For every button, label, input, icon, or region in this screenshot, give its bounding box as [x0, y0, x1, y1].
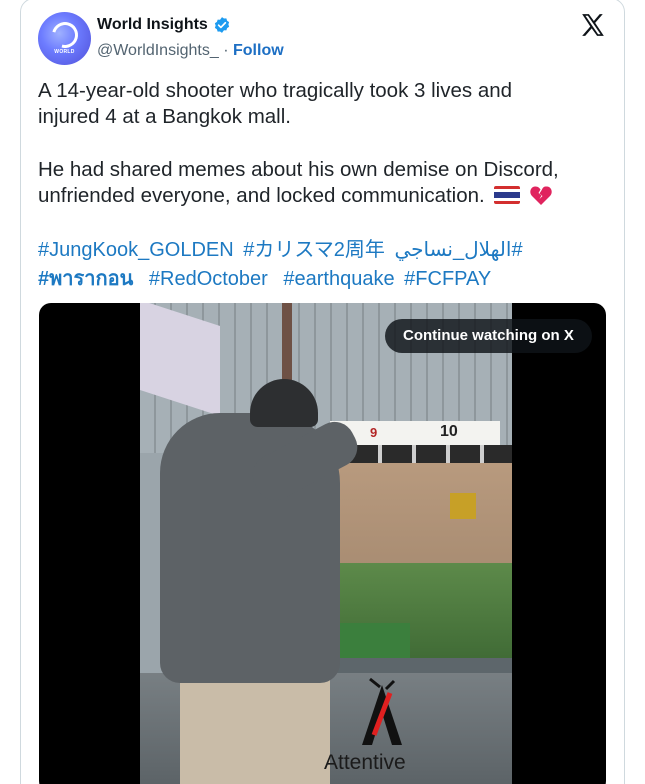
- follow-link[interactable]: Follow: [233, 42, 284, 59]
- tweet-text-line-2: injured 4 at a Bangkok mall.: [38, 105, 291, 128]
- flag-thailand-icon: [494, 186, 521, 204]
- tweet-text-line-4: unfriended everyone, and locked communic…: [38, 184, 485, 207]
- hashtags-row-2: #พารากอน #RedOctober #earthquake #FCFPAY: [38, 265, 495, 293]
- person-pants: [180, 678, 330, 784]
- hashtags-row-1: #JungKook_GOLDEN #カリスマ2周年 #الهلال_نساجي: [38, 236, 527, 264]
- hashtag-link[interactable]: #JungKook_GOLDEN: [38, 239, 234, 261]
- broken-heart-icon: [530, 186, 552, 205]
- watermark-text: Attentive: [324, 751, 406, 774]
- avatar[interactable]: WORLD: [38, 12, 91, 65]
- hashtag-link[interactable]: #FCFPAY: [404, 268, 491, 290]
- board-number: 10: [440, 423, 458, 440]
- handle-row: @WorldInsights_ · Follow: [97, 42, 284, 60]
- separator: ·: [218, 42, 233, 59]
- video-player[interactable]: 9 10 Attentive Continue watching on X: [39, 303, 606, 784]
- avatar-logo-icon: [46, 17, 83, 53]
- avatar-logo-text: WORLD: [54, 49, 75, 55]
- attentive-logo-icon: [362, 677, 402, 745]
- video-frame: 9 10 Attentive: [140, 303, 512, 784]
- hashtag-link[interactable]: #RedOctober: [149, 268, 268, 290]
- verified-badge-icon: [214, 17, 230, 33]
- continue-watching-button[interactable]: Continue watching on X: [385, 319, 592, 353]
- tweet-text-line-3: He had shared memes about his own demise…: [38, 158, 559, 181]
- handle[interactable]: @WorldInsights_: [97, 42, 219, 59]
- display-name[interactable]: World Insights: [97, 16, 208, 34]
- hashtag-link[interactable]: #カリスマ2周年: [243, 239, 385, 261]
- hashtag-link[interactable]: #earthquake: [283, 268, 394, 290]
- tweet-text-line-1: A 14-year-old shooter who tragically too…: [38, 79, 513, 102]
- hashtag-link[interactable]: #الهلال_نساجي: [394, 239, 522, 261]
- tweet-text-line-4-row: unfriended everyone, and locked communic…: [38, 183, 553, 209]
- hashtag-link[interactable]: #พารากอน: [38, 268, 133, 290]
- x-logo-icon[interactable]: [580, 12, 606, 38]
- board-number: 9: [370, 425, 378, 440]
- target: [450, 493, 476, 519]
